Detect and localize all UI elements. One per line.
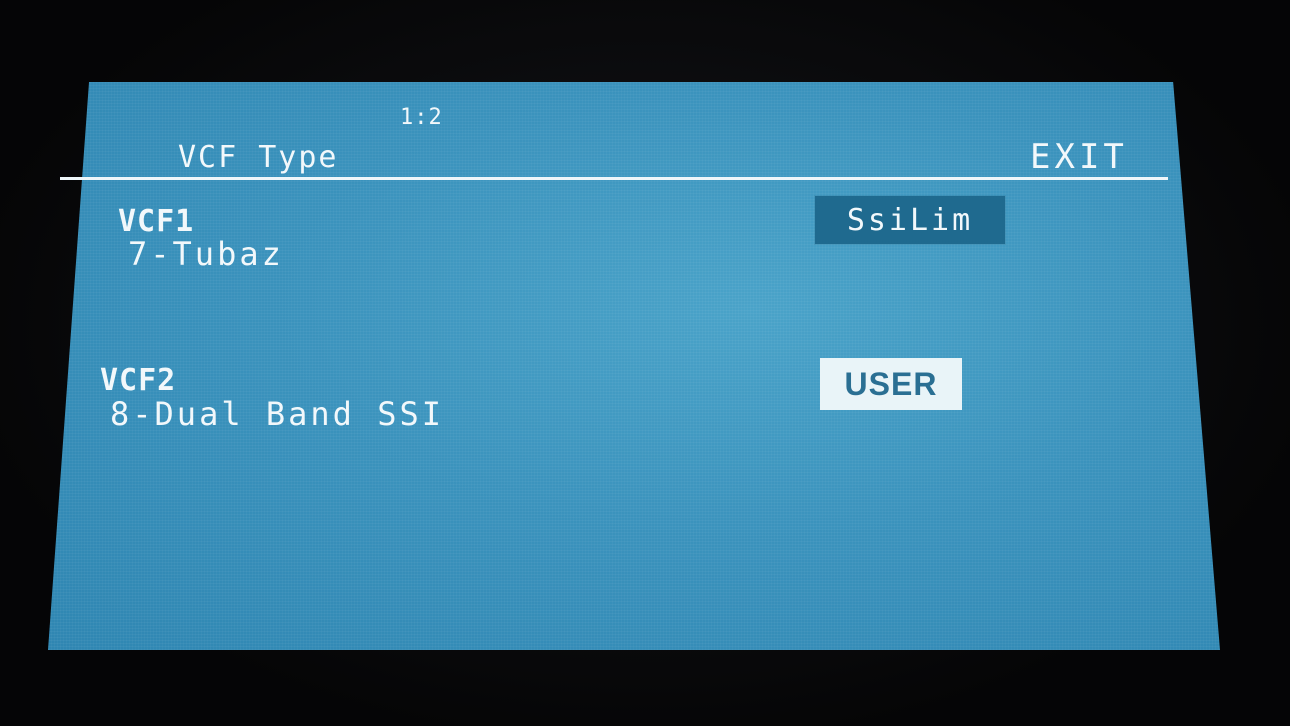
page-indicator: 1:2: [400, 105, 443, 130]
exit-button[interactable]: EXIT: [1030, 137, 1128, 177]
vcf1-label: VCF1: [118, 204, 195, 239]
page-title: VCF Type: [178, 140, 339, 175]
vcf2-option-button[interactable]: USER: [820, 358, 962, 410]
vcf2-label: VCF2: [100, 363, 177, 398]
vcf1-option-button[interactable]: SsiLim: [815, 196, 1005, 244]
vcf2-value[interactable]: 8-Dual Band SSI: [110, 398, 444, 430]
header-divider: [60, 177, 1168, 180]
vcf1-value[interactable]: 7-Tubaz: [128, 238, 284, 270]
